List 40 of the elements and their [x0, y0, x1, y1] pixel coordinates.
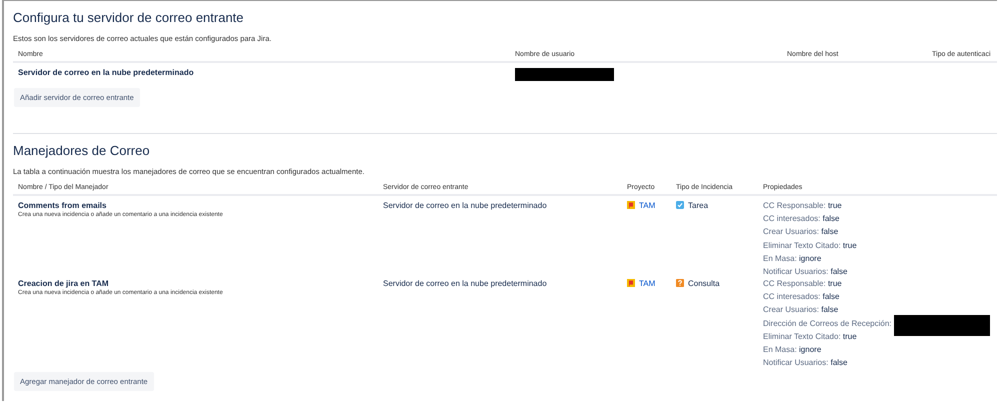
- property-value: false: [822, 292, 840, 302]
- handler-name: Creacion de jira en TAM: [18, 279, 110, 288]
- property-label: Crear Usuarios:: [763, 227, 820, 236]
- section-title: Configura tu servidor de correo entrante: [13, 10, 244, 25]
- property-label: Eliminar Texto Citado:: [763, 240, 841, 250]
- server-name: Servidor de correo en la nube predeterminado: [383, 279, 548, 290]
- property-label: En Masa:: [763, 344, 797, 354]
- issue-type: Tarea: [688, 201, 708, 210]
- property-label: CC interesados:: [763, 214, 820, 224]
- property-label: CC Responsable:: [763, 201, 826, 210]
- property-value: false: [821, 305, 838, 314]
- project-flag-icon: [627, 201, 635, 209]
- property-value: true: [842, 332, 857, 341]
- property-value: true: [828, 279, 842, 288]
- property-label: CC interesados:: [763, 292, 820, 302]
- property-label: Dirección de Correos de Recepción:: [763, 318, 892, 328]
- property-label: Crear Usuarios:: [763, 305, 820, 314]
- property-value: false: [830, 266, 848, 276]
- question-icon: [676, 279, 684, 287]
- property-label: Eliminar Texto Citado:: [763, 332, 841, 341]
- property-value: false: [830, 358, 848, 368]
- property-label: CC Responsable:: [763, 279, 826, 288]
- server-name: Servidor de correo en la nube predeterminado: [18, 68, 195, 79]
- property-value: false: [821, 227, 838, 236]
- property-label: Notificar Usuarios:: [763, 266, 828, 276]
- property-value: ignore: [799, 254, 822, 263]
- project-flag-icon: [627, 279, 635, 287]
- project-link[interactable]: TAM: [639, 279, 656, 288]
- handler-name: Comments from emails: [18, 201, 108, 210]
- server-name: Servidor de correo en la nube predeterminado: [383, 201, 548, 212]
- property-label: En Masa:: [763, 254, 797, 263]
- issue-type: Consulta: [688, 279, 720, 288]
- checkbox-icon: [676, 201, 684, 209]
- property-label: Notificar Usuarios:: [763, 358, 828, 368]
- project-link[interactable]: TAM: [639, 201, 656, 210]
- property-value: true: [842, 240, 857, 250]
- property-value: ignore: [799, 344, 822, 354]
- property-value: true: [828, 201, 842, 210]
- property-value: false: [822, 214, 840, 224]
- section-title: Manejadores de Correo: [13, 143, 150, 158]
